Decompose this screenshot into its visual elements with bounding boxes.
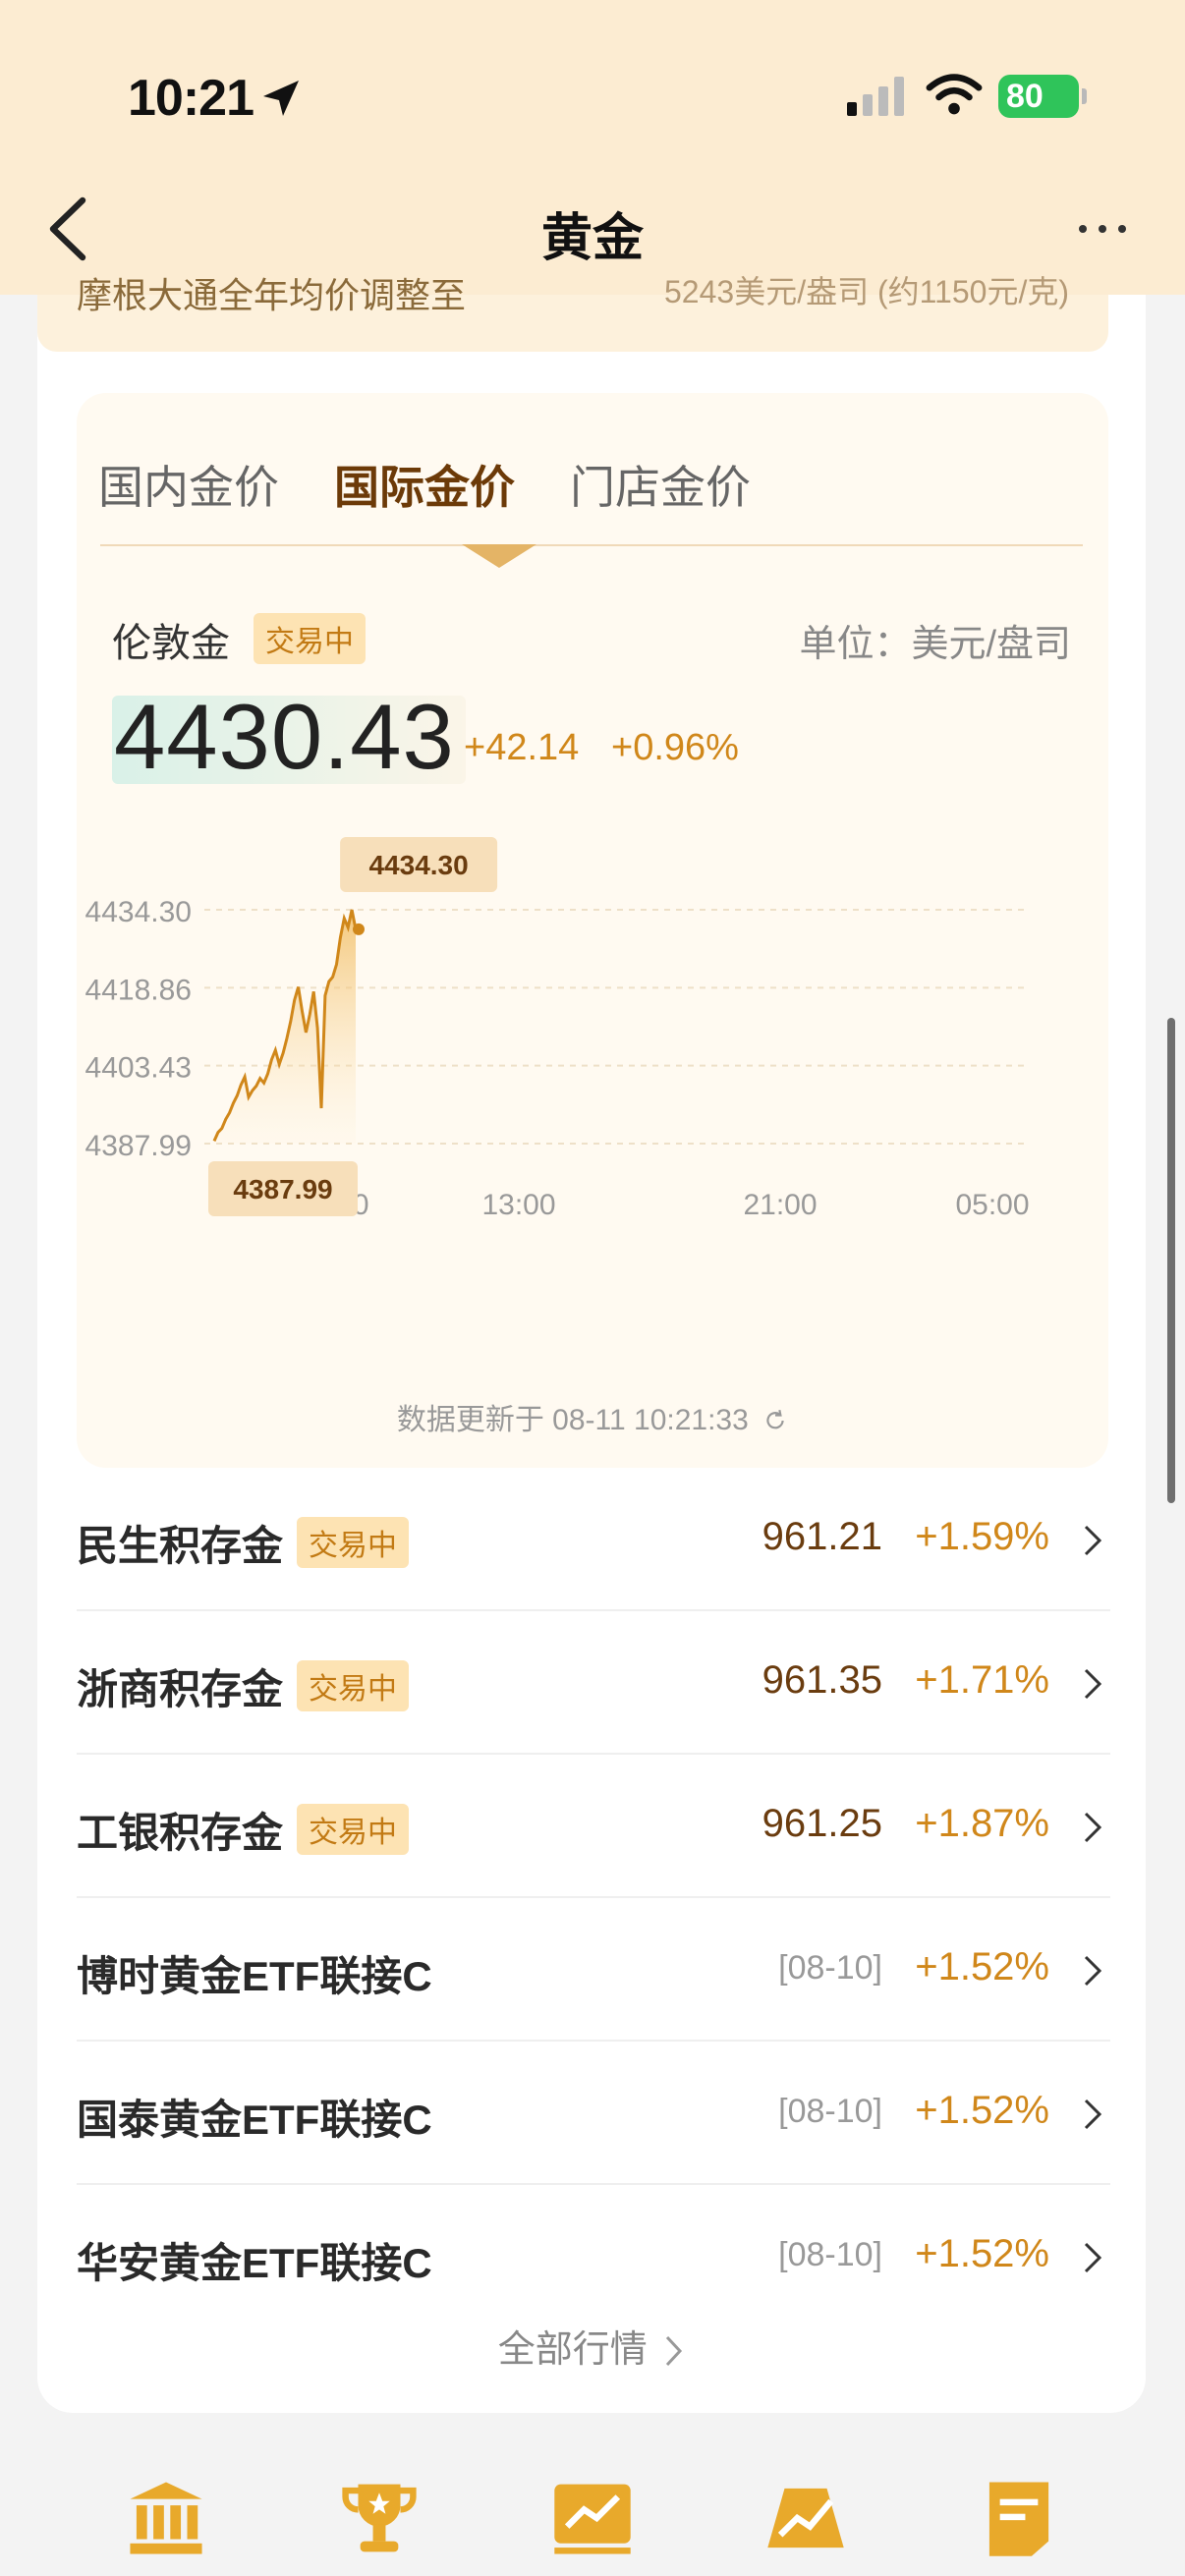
product-change: +1.52% <box>915 2089 1049 2132</box>
chart-icon[interactable] <box>550 2476 635 2560</box>
note-icon[interactable] <box>977 2476 1061 2560</box>
list-item[interactable]: 浙商积存金 交易中 961.35 +1.71% <box>77 1611 1110 1755</box>
battery-level: 80 <box>1006 78 1044 115</box>
chevron-right-icon <box>1084 1525 1102 1556</box>
news-title: 摩根大通全年均价调整至 <box>77 275 467 315</box>
tab-international[interactable]: 国际金价 <box>334 452 515 517</box>
price-change-percent: +0.96% <box>611 727 739 768</box>
metal-name: 伦敦金 <box>112 622 230 665</box>
news-value: 5243美元/盎司 (约1150元/克) <box>664 274 1069 309</box>
trend-icon[interactable] <box>763 2476 848 2560</box>
chevron-right-icon <box>1084 2099 1102 2130</box>
scrollbar[interactable] <box>1167 1018 1175 1503</box>
tab-domestic[interactable]: 国内金价 <box>98 452 279 517</box>
product-change: +1.52% <box>915 2232 1049 2275</box>
list-item[interactable]: 民生积存金 交易中 961.21 +1.59% <box>77 1468 1110 1611</box>
active-tab-indicator <box>462 544 536 568</box>
product-price: 961.35 <box>762 1658 882 1702</box>
all-market-link[interactable]: 全部行情 <box>37 2319 1146 2373</box>
chevron-right-icon <box>1084 2242 1102 2273</box>
product-name: 工银积存金 <box>77 1810 284 1856</box>
product-price: 961.21 <box>762 1515 882 1558</box>
product-change: +1.71% <box>915 1658 1049 1702</box>
product-name: 浙商积存金 <box>77 1666 284 1712</box>
page-title: 黄金 <box>540 210 644 267</box>
product-date: [08-10] <box>778 2093 882 2130</box>
product-name: 民生积存金 <box>77 1523 284 1569</box>
product-date: [08-10] <box>778 2236 882 2273</box>
trading-badge: 交易中 <box>254 613 366 664</box>
wifi-icon <box>926 74 983 115</box>
signal-icon <box>847 77 904 116</box>
low-label: 4387.99 <box>233 1174 332 1204</box>
chevron-right-icon <box>1084 1668 1102 1700</box>
bottom-tab-bar <box>0 2456 1185 2576</box>
list-item[interactable]: 工银积存金 交易中 961.25 +1.87% <box>77 1755 1110 1898</box>
battery-indicator: 80 <box>998 75 1087 118</box>
product-name: 国泰黄金ETF联接C <box>77 2097 432 2143</box>
product-name: 华安黄金ETF联接C <box>77 2240 432 2286</box>
trading-badge: 交易中 <box>297 1660 409 1711</box>
bank-icon[interactable] <box>124 2476 208 2560</box>
list-item[interactable]: 华安黄金ETF联接C [08-10] +1.52% <box>77 2185 1110 2328</box>
trophy-icon[interactable] <box>337 2476 422 2560</box>
trading-badge: 交易中 <box>297 1517 409 1568</box>
product-change: +1.52% <box>915 1945 1049 1988</box>
price-tabs: 国内金价 国际金价 门店金价 <box>98 452 751 517</box>
chevron-right-icon <box>666 2335 683 2367</box>
more-icon[interactable] <box>1075 214 1130 244</box>
product-change: +1.59% <box>915 1515 1049 1558</box>
all-market-label: 全部行情 <box>497 2329 648 2371</box>
tab-store[interactable]: 门店金价 <box>570 452 751 517</box>
product-name: 博时黄金ETF联接C <box>77 1953 432 1999</box>
x-tick-label: 05:00 <box>955 1189 1029 1221</box>
location-arrow-icon <box>263 81 299 116</box>
x-tick-label: 13:00 <box>481 1189 555 1221</box>
product-price: 961.25 <box>762 1802 882 1845</box>
chevron-right-icon <box>1084 1812 1102 1843</box>
gold-price-panel: 国内金价 国际金价 门店金价 伦敦金 交易中 单位：美元/盘司 4430.43 … <box>77 393 1108 1468</box>
y-tick-label: 4387.99 <box>85 1130 192 1162</box>
product-change: +1.87% <box>915 1802 1049 1845</box>
unit-label: 单位：美元/盘司 <box>799 624 1071 665</box>
price-chart[interactable]: 4434.304418.864403.434387.9906:0013:0021… <box>77 766 1108 1395</box>
tab-divider <box>100 544 1083 546</box>
price-change: +42.14 <box>464 727 580 768</box>
refresh-icon[interactable] <box>762 1408 788 1433</box>
status-time: 10:21 <box>128 70 254 127</box>
y-tick-label: 4403.43 <box>85 1052 192 1085</box>
y-tick-label: 4434.30 <box>85 896 192 928</box>
update-time[interactable]: 数据更新于 08-11 10:21:33 <box>77 1395 1108 1438</box>
chevron-right-icon <box>1084 1955 1102 1987</box>
x-tick-label: 21:00 <box>743 1189 817 1221</box>
top-bar: 10:21 80 黄金 <box>0 0 1185 295</box>
product-list: 民生积存金 交易中 961.21 +1.59% 浙商积存金 交易中 961.35 +1.71%… <box>77 1468 1110 2328</box>
trading-badge: 交易中 <box>297 1804 409 1855</box>
list-item[interactable]: 国泰黄金ETF联接C [08-10] +1.52% <box>77 2042 1110 2185</box>
high-label: 4434.30 <box>368 850 468 880</box>
product-date: [08-10] <box>778 1949 882 1987</box>
update-time-text: 数据更新于 08-11 10:21:33 <box>396 1404 749 1436</box>
y-tick-label: 4418.86 <box>85 974 192 1006</box>
list-item[interactable]: 博时黄金ETF联接C [08-10] +1.52% <box>77 1898 1110 2042</box>
price-area <box>214 910 356 1144</box>
current-point <box>353 923 365 935</box>
